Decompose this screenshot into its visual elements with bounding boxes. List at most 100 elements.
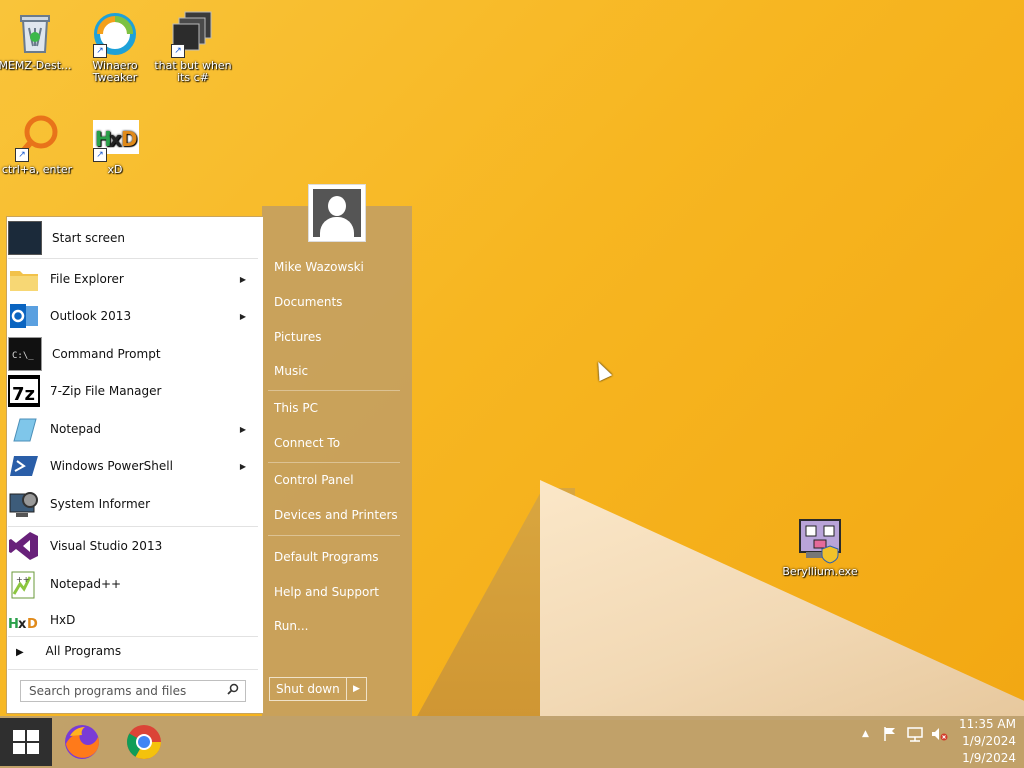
right-item-connect-to[interactable]: Connect To [274, 436, 340, 450]
program-label: Notepad [50, 422, 101, 436]
program-7zip[interactable]: 7z 7-Zip File Manager [8, 374, 258, 408]
right-item-documents[interactable]: Documents [274, 295, 342, 309]
program-label: Visual Studio 2013 [50, 539, 163, 553]
program-label: Notepad++ [50, 577, 122, 591]
right-item-control-panel[interactable]: Control Panel [274, 473, 354, 487]
desktop-icon-label: ctrl+a, enter [1, 163, 73, 176]
right-item-run[interactable]: Run... [274, 619, 308, 631]
right-item-devices[interactable]: Devices and Printers [274, 508, 398, 522]
tray-overflow-chevron-icon[interactable]: ▲ [862, 729, 869, 739]
start-button[interactable] [0, 718, 52, 766]
svg-text:D: D [121, 127, 138, 151]
shutdown-options-arrow-icon[interactable]: ▶ [347, 684, 366, 694]
right-item-pictures[interactable]: Pictures [274, 330, 322, 344]
program-hxd[interactable]: HxD HxD [8, 605, 258, 635]
windows-logo-icon [13, 730, 39, 754]
recycle-bin-icon [11, 10, 59, 58]
program-start-screen[interactable]: Start screen [8, 221, 258, 255]
volume-muted-icon[interactable] [930, 726, 948, 745]
clock-date: 1/9/2024 [962, 734, 1016, 748]
program-label: 7-Zip File Manager [50, 384, 162, 398]
action-center-flag-icon[interactable] [882, 726, 898, 745]
clock-date-echo: 1/9/2024 [962, 751, 1016, 765]
program-label: System Informer [50, 497, 151, 511]
right-item-music[interactable]: Music [274, 364, 308, 378]
triangle-right-icon: ▶ [16, 647, 24, 658]
shortcut-arrow-icon: ↗ [93, 44, 107, 58]
beryllium-icon [796, 516, 844, 564]
outlook-icon [8, 300, 40, 332]
program-label: HxD [50, 613, 76, 627]
command-prompt-icon: C:\_ [8, 337, 42, 371]
desktop-icon-label: that but when its c# [154, 59, 232, 84]
separator [268, 390, 400, 391]
separator [8, 669, 258, 670]
svg-text:++: ++ [16, 575, 29, 584]
program-notepad[interactable]: Notepad ▶ [8, 412, 258, 446]
program-system-informer[interactable]: System Informer [8, 487, 258, 521]
clock-time: 11:35 AM [959, 717, 1016, 731]
search-input[interactable]: Search programs and files [20, 680, 246, 702]
program-label: Outlook 2013 [50, 309, 132, 323]
right-item-user[interactable]: Mike Wazowski [274, 260, 364, 274]
desktop-icon-xd[interactable]: H x D ↗ xD [76, 114, 154, 176]
all-programs-button[interactable]: ▶ All Programs [16, 644, 121, 658]
desktop-icon-label: MEMZ-Dest... [0, 59, 72, 72]
submenu-arrow-icon[interactable]: ▶ [240, 312, 246, 321]
search-icon[interactable] [227, 683, 239, 698]
program-file-explorer[interactable]: File Explorer ▶ [8, 262, 258, 296]
firefox-icon[interactable] [62, 722, 102, 762]
program-outlook[interactable]: Outlook 2013 ▶ [8, 299, 258, 333]
program-label: Start screen [52, 231, 126, 245]
program-notepad-plus-plus[interactable]: ++ Notepad++ [8, 567, 258, 601]
desktop-icon-winaero[interactable]: ↗ Winaero Tweaker [76, 10, 154, 84]
system-informer-icon [8, 488, 40, 520]
desktop-icon-beryllium[interactable]: Beryllium.exe [780, 516, 860, 578]
notepad-icon [8, 413, 40, 445]
submenu-arrow-icon[interactable]: ▶ [240, 425, 246, 434]
program-label: Windows PowerShell [50, 459, 173, 473]
shutdown-button[interactable]: Shut down ▶ [269, 677, 367, 701]
svg-text:x: x [18, 617, 27, 632]
7zip-icon: 7z [8, 375, 40, 407]
hxd-icon: H x D ↗ [91, 114, 139, 162]
separator [268, 535, 400, 536]
all-programs-label: All Programs [45, 644, 122, 658]
user-picture[interactable] [308, 184, 366, 242]
submenu-arrow-icon[interactable]: ▶ [240, 462, 246, 471]
right-item-this-pc[interactable]: This PC [274, 401, 318, 415]
svg-text:C:\_: C:\_ [12, 351, 34, 361]
program-powershell[interactable]: Windows PowerShell ▶ [8, 449, 258, 483]
right-item-help[interactable]: Help and Support [274, 585, 379, 599]
desktop-icon-csharp[interactable]: ↗ that but when its c# [154, 10, 232, 84]
desktop-icon-recycle-bin[interactable]: MEMZ-Dest... [0, 10, 74, 72]
stacked-windows-icon: ↗ [169, 10, 217, 58]
chrome-icon[interactable] [124, 722, 164, 762]
program-command-prompt[interactable]: C:\_ Command Prompt [8, 337, 258, 371]
separator [8, 258, 258, 259]
magnifier-icon: ↗ [13, 114, 61, 162]
desktop-icon-label: xD [107, 163, 123, 176]
folder-icon [8, 263, 40, 295]
winaero-tweaker-icon: ↗ [91, 10, 139, 58]
separator [8, 526, 258, 527]
desktop-icon-ctrl-a-enter[interactable]: ↗ ctrl+a, enter [0, 114, 76, 176]
right-item-default-programs[interactable]: Default Programs [274, 550, 379, 564]
start-screen-icon [8, 221, 42, 255]
program-label: File Explorer [50, 272, 124, 286]
submenu-arrow-icon[interactable]: ▶ [240, 275, 246, 284]
separator [268, 462, 400, 463]
network-icon[interactable] [906, 726, 924, 745]
shortcut-arrow-icon: ↗ [15, 148, 29, 162]
shortcut-arrow-icon: ↗ [93, 148, 107, 162]
desktop-icon-label: Winaero Tweaker [92, 59, 138, 84]
program-visual-studio[interactable]: Visual Studio 2013 [8, 529, 258, 563]
svg-text:7z: 7z [12, 384, 35, 405]
desktop-icon-label: Beryllium.exe [782, 565, 858, 578]
shutdown-label: Shut down [276, 682, 340, 696]
powershell-icon [8, 450, 40, 482]
shortcut-arrow-icon: ↗ [171, 44, 185, 58]
hxd-icon: HxD [8, 605, 40, 635]
notepad-plus-plus-icon: ++ [8, 568, 40, 600]
taskbar-clock[interactable]: 11:35 AM 1/9/2024 1/9/2024 [959, 716, 1016, 767]
